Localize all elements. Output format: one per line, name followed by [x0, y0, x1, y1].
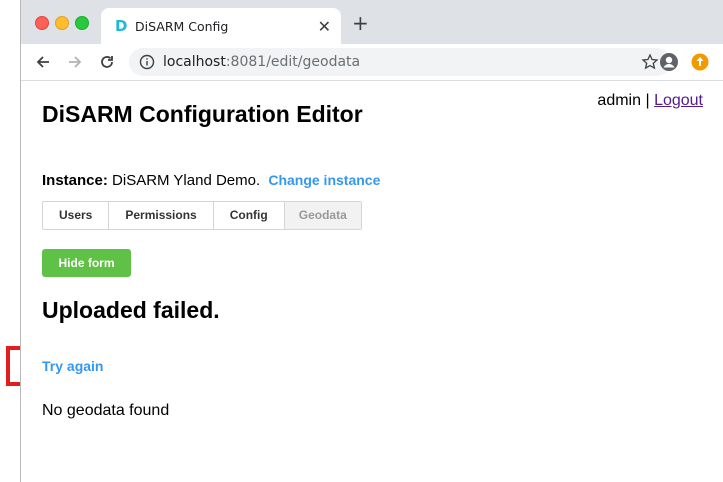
- instance-label: Instance:: [42, 172, 108, 189]
- browser-window: D DiSARM Config ✕ + localhost:8081/edit/…: [20, 0, 723, 482]
- browser-tab[interactable]: D DiSARM Config ✕: [101, 8, 341, 44]
- url-path: :8081/edit/geodata: [225, 54, 361, 70]
- browser-toolbar: localhost:8081/edit/geodata: [21, 44, 723, 81]
- info-icon[interactable]: [139, 54, 155, 70]
- forward-icon[interactable]: [63, 50, 87, 74]
- page-title: DiSARM Configuration Editor: [42, 101, 363, 127]
- url-text: localhost:8081/edit/geodata: [163, 54, 360, 70]
- disarm-favicon-icon: D: [115, 17, 128, 35]
- minimize-window-button[interactable]: [55, 16, 69, 30]
- tab-title: DiSARM Config: [135, 19, 229, 34]
- tab-bar: D DiSARM Config ✕ +: [21, 0, 723, 44]
- new-tab-button[interactable]: +: [352, 13, 369, 33]
- extension-icon[interactable]: [691, 53, 709, 71]
- section-tabs: Users Permissions Config Geodata: [42, 201, 362, 230]
- close-window-button[interactable]: [35, 16, 49, 30]
- logout-link[interactable]: Logout: [654, 92, 703, 109]
- username: admin: [597, 92, 641, 109]
- profile-icon[interactable]: [659, 52, 679, 72]
- upload-status-heading: Uploaded failed.: [42, 297, 220, 323]
- tab-permissions[interactable]: Permissions: [109, 202, 214, 229]
- tab-config[interactable]: Config: [214, 202, 285, 229]
- maximize-window-button[interactable]: [75, 16, 89, 30]
- empty-state-text: No geodata found: [42, 402, 170, 419]
- hide-form-button[interactable]: Hide form: [42, 249, 131, 277]
- tab-geodata[interactable]: Geodata: [284, 202, 361, 229]
- star-icon[interactable]: [641, 53, 659, 71]
- page-content: admin | Logout DiSARM Configuration Edit…: [21, 81, 723, 482]
- instance-line: Instance: DiSARM Yland Demo. Change inst…: [42, 172, 380, 189]
- reload-icon[interactable]: [95, 50, 119, 74]
- tab-close-icon[interactable]: ✕: [318, 17, 331, 36]
- tab-users[interactable]: Users: [43, 202, 110, 229]
- url-host: localhost: [163, 54, 226, 70]
- user-area: admin | Logout: [597, 92, 703, 110]
- address-bar[interactable]: localhost:8081/edit/geodata: [129, 48, 671, 76]
- back-icon[interactable]: [31, 50, 55, 74]
- instance-name: DiSARM Yland Demo.: [112, 172, 261, 189]
- user-separator: |: [645, 92, 650, 109]
- try-again-link[interactable]: Try again: [42, 358, 103, 374]
- change-instance-link[interactable]: Change instance: [268, 172, 380, 188]
